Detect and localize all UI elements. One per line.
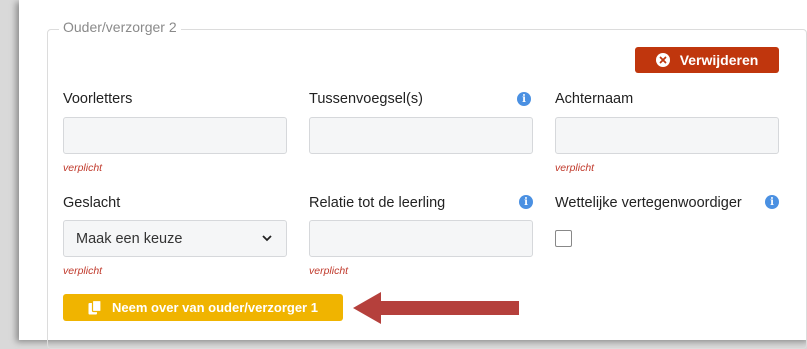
wettelijk-checkbox[interactable] xyxy=(555,230,572,247)
info-icon[interactable]: i xyxy=(519,195,533,209)
arrow-left-icon xyxy=(353,292,519,324)
geslacht-label: Geslacht xyxy=(63,195,121,211)
tussenvoegsel-label: Tussenvoegsel(s) xyxy=(309,91,423,107)
wettelijk-label: Wettelijke vertegenwoordiger xyxy=(555,195,742,211)
delete-button[interactable]: Verwijderen xyxy=(635,47,779,73)
x-circle-icon xyxy=(655,53,670,67)
achternaam-label: Achternaam xyxy=(555,91,634,107)
info-icon[interactable]: i xyxy=(765,195,779,209)
delete-button-label: Verwijderen xyxy=(679,52,759,68)
chevron-down-icon xyxy=(262,235,272,242)
copy-icon xyxy=(88,300,102,315)
voorletters-required: verplicht xyxy=(63,162,103,174)
tussenvoegsel-input[interactable] xyxy=(309,117,533,154)
fieldset-legend: Ouder/verzorger 2 xyxy=(59,19,181,35)
relatie-input[interactable] xyxy=(309,220,533,257)
geslacht-selected: Maak een keuze xyxy=(76,230,183,247)
info-icon[interactable]: i xyxy=(517,92,531,106)
achternaam-required: verplicht xyxy=(555,162,595,174)
copy-button-label: Neem over van ouder/verzorger 1 xyxy=(112,300,318,315)
copy-from-parent-1-button[interactable]: Neem over van ouder/verzorger 1 xyxy=(63,294,343,321)
voorletters-input[interactable] xyxy=(63,117,287,154)
voorletters-label: Voorletters xyxy=(63,91,133,107)
relatie-required: verplicht xyxy=(309,265,349,277)
relatie-label: Relatie tot de leerling xyxy=(309,195,446,211)
geslacht-required: verplicht xyxy=(63,265,103,277)
achternaam-input[interactable] xyxy=(555,117,779,154)
geslacht-select[interactable]: Maak een keuze xyxy=(63,220,287,257)
